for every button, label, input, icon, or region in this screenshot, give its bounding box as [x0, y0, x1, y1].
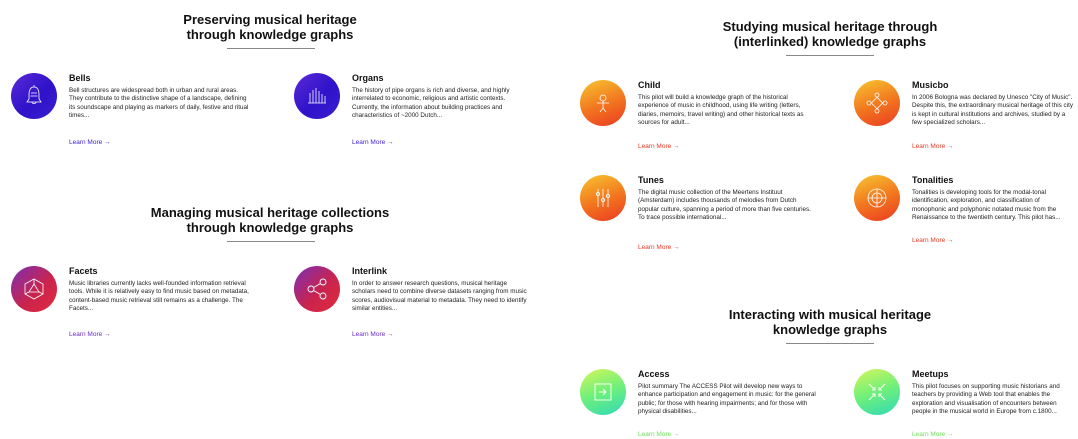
section-title-preserving: Preserving musical heritage through know… — [183, 12, 357, 42]
polyhedron-icon — [11, 266, 57, 312]
card-title: Facets — [69, 266, 98, 276]
learn-more-link[interactable]: Learn More → — [69, 139, 111, 147]
card-title: Tunes — [638, 175, 664, 185]
share-nodes-icon — [294, 266, 340, 312]
learn-more-link[interactable]: Learn More → — [912, 237, 954, 245]
circle-of-fifths-icon — [854, 175, 900, 221]
learn-more-link[interactable]: Learn More → — [69, 331, 111, 339]
project-card-interlink: Interlink In order to answer research qu… — [294, 266, 534, 346]
card-description: Pilot summary The ACCESS Pilot will deve… — [638, 383, 816, 416]
project-card-child: Child This pilot will build a knowledge … — [580, 80, 820, 160]
project-card-organs: Organs The history of pipe organs is ric… — [294, 73, 534, 153]
project-card-tunes: Tunes The digital music collection of th… — [580, 175, 820, 255]
card-title: Bells — [69, 73, 91, 83]
card-description: This pilot will build a knowledge graph … — [638, 94, 804, 127]
card-title: Tonalities — [912, 175, 954, 185]
learn-more-link[interactable]: Learn More → — [352, 331, 394, 339]
card-description: Bell structures are widespread both in u… — [69, 87, 249, 120]
card-title: Access — [638, 369, 670, 379]
ornament-icon — [854, 80, 900, 126]
section-divider — [227, 48, 315, 49]
project-card-bells: Bells Bell structures are widespread bot… — [11, 73, 251, 153]
card-description: Tonalities is developing tools for the m… — [912, 189, 1061, 222]
card-description: The history of pipe organs is rich and d… — [352, 87, 510, 120]
bell-icon — [11, 73, 57, 119]
card-title: Organs — [352, 73, 384, 83]
section-divider — [227, 241, 315, 242]
card-description: The digital music collection of the Meer… — [638, 189, 811, 222]
card-title: Meetups — [912, 369, 949, 379]
learn-more-link[interactable]: Learn More → — [638, 244, 680, 252]
learn-more-link[interactable]: Learn More → — [638, 431, 680, 439]
learn-more-link[interactable]: Learn More → — [912, 143, 954, 151]
project-card-tonalities: Tonalities Tonalities is developing tool… — [854, 175, 1078, 255]
section-divider — [786, 55, 874, 56]
project-card-access: Access Pilot summary The ACCESS Pilot wi… — [580, 369, 820, 439]
section-title-managing: Managing musical heritage collections th… — [150, 205, 390, 235]
learn-more-link[interactable]: Learn More → — [912, 431, 954, 439]
card-title: Child — [638, 80, 661, 90]
section-divider — [786, 343, 874, 344]
learn-more-link[interactable]: Learn More → — [352, 139, 394, 147]
project-card-meetups: Meetups This pilot focuses on supporting… — [854, 369, 1078, 439]
door-arrow-icon — [580, 369, 626, 415]
tuning-icon — [580, 175, 626, 221]
card-title: Interlink — [352, 266, 388, 276]
section-title-interacting: Interacting with musical heritage knowle… — [728, 307, 932, 337]
section-title-studying: Studying musical heritage through (inter… — [722, 19, 938, 49]
card-description: This pilot focuses on supporting music h… — [912, 383, 1060, 416]
card-title: Musicbo — [912, 80, 949, 90]
organ-pipes-icon — [294, 73, 340, 119]
card-description: In 2006 Bologna was declared by Unesco "… — [912, 94, 1073, 127]
card-description: In order to answer research questions, m… — [352, 280, 527, 313]
child-icon — [580, 80, 626, 126]
learn-more-link[interactable]: Learn More → — [638, 143, 680, 151]
project-card-musicbo: Musicbo In 2006 Bologna was declared by … — [854, 80, 1078, 160]
project-card-facets: Facets Music libraries currently lacks w… — [11, 266, 251, 346]
card-description: Music libraries currently lacks well-fou… — [69, 280, 249, 313]
converging-arrows-icon — [854, 369, 900, 415]
